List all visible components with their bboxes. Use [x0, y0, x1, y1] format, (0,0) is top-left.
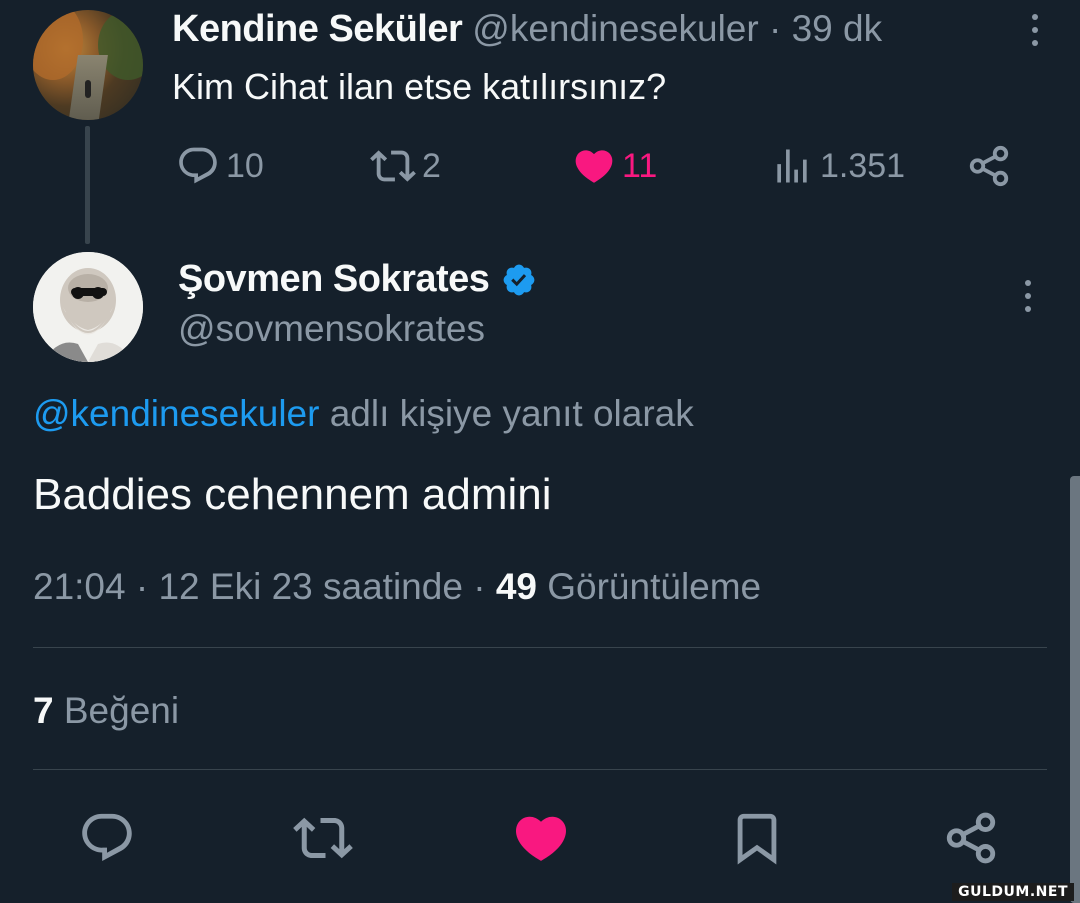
parent-author-line: Kendine Seküler @kendinesekuler · 39 dk: [172, 8, 882, 51]
parent-views-button[interactable]: 1.351: [770, 142, 905, 190]
view-count: 49: [495, 566, 537, 607]
parent-more-icon[interactable]: [1032, 14, 1038, 46]
reply-context: @kendinesekuler adlı kişiye yanıt olarak: [33, 393, 694, 435]
scrollbar[interactable]: [1070, 476, 1080, 903]
share-icon: [946, 812, 996, 864]
tweet-timestamp[interactable]: 21:04 · 12 Eki 23 saatinde: [33, 566, 463, 607]
like-icon: [515, 816, 567, 861]
watermark: GULDUM.NET: [952, 883, 1074, 901]
author-display-name[interactable]: Şovmen Sokrates: [178, 258, 490, 301]
reply-icon: [179, 147, 217, 184]
reply-to-suffix: adlı kişiye yanıt olarak: [329, 393, 694, 434]
author-handle[interactable]: @sovmensokrates: [178, 308, 485, 350]
like-label: Beğeni: [63, 690, 180, 731]
parent-reply-button[interactable]: 10: [176, 142, 264, 190]
parent-retweet-button[interactable]: 2: [370, 142, 441, 190]
retweet-icon: [293, 817, 353, 859]
parent-handle[interactable]: @kendinesekuler: [472, 8, 758, 49]
bookmark-icon: [737, 813, 777, 865]
reply-to-link[interactable]: @kendinesekuler: [33, 393, 319, 434]
retweet-button[interactable]: [288, 808, 358, 868]
author-name-line: Şovmen Sokrates: [178, 258, 537, 301]
parent-reply-count: 10: [226, 146, 264, 185]
view-label: Görüntüleme: [547, 566, 762, 607]
tweet-text: Baddies cehennem admini: [33, 470, 552, 519]
parent-like-button[interactable]: 11: [572, 142, 657, 190]
retweet-icon: [370, 150, 416, 182]
bookmark-button[interactable]: [722, 808, 792, 868]
like-button[interactable]: [506, 808, 576, 868]
parent-separator: ·: [769, 8, 782, 49]
divider: [33, 769, 1047, 770]
like-count: 7: [33, 690, 54, 731]
divider: [33, 647, 1047, 648]
tweet-meta: 21:04 · 12 Eki 23 saatinde · 49 Görüntül…: [33, 566, 761, 608]
like-icon: [575, 150, 613, 183]
parent-avatar[interactable]: [33, 10, 143, 120]
parent-view-count: 1.351: [820, 146, 906, 185]
parent-retweet-count: 2: [422, 146, 441, 185]
parent-tweet-text: Kim Cihat ilan etse katılırsınız?: [172, 66, 667, 107]
likes-summary[interactable]: 7 Beğeni: [33, 690, 179, 732]
verified-badge-icon[interactable]: [501, 262, 537, 298]
meta-separator: ·: [473, 566, 486, 607]
reply-button[interactable]: [72, 808, 142, 868]
thread-connector-line: [85, 126, 90, 244]
parent-time[interactable]: 39 dk: [792, 8, 883, 49]
share-icon: [969, 145, 1009, 187]
parent-like-count: 11: [622, 146, 658, 185]
author-avatar[interactable]: [33, 252, 143, 362]
parent-share-button[interactable]: [966, 142, 1012, 190]
views-icon: [777, 149, 807, 183]
share-button[interactable]: [936, 808, 1006, 868]
parent-display-name[interactable]: Kendine Seküler: [172, 8, 463, 50]
reply-icon: [82, 813, 132, 861]
tweet-more-icon[interactable]: [1025, 280, 1031, 312]
